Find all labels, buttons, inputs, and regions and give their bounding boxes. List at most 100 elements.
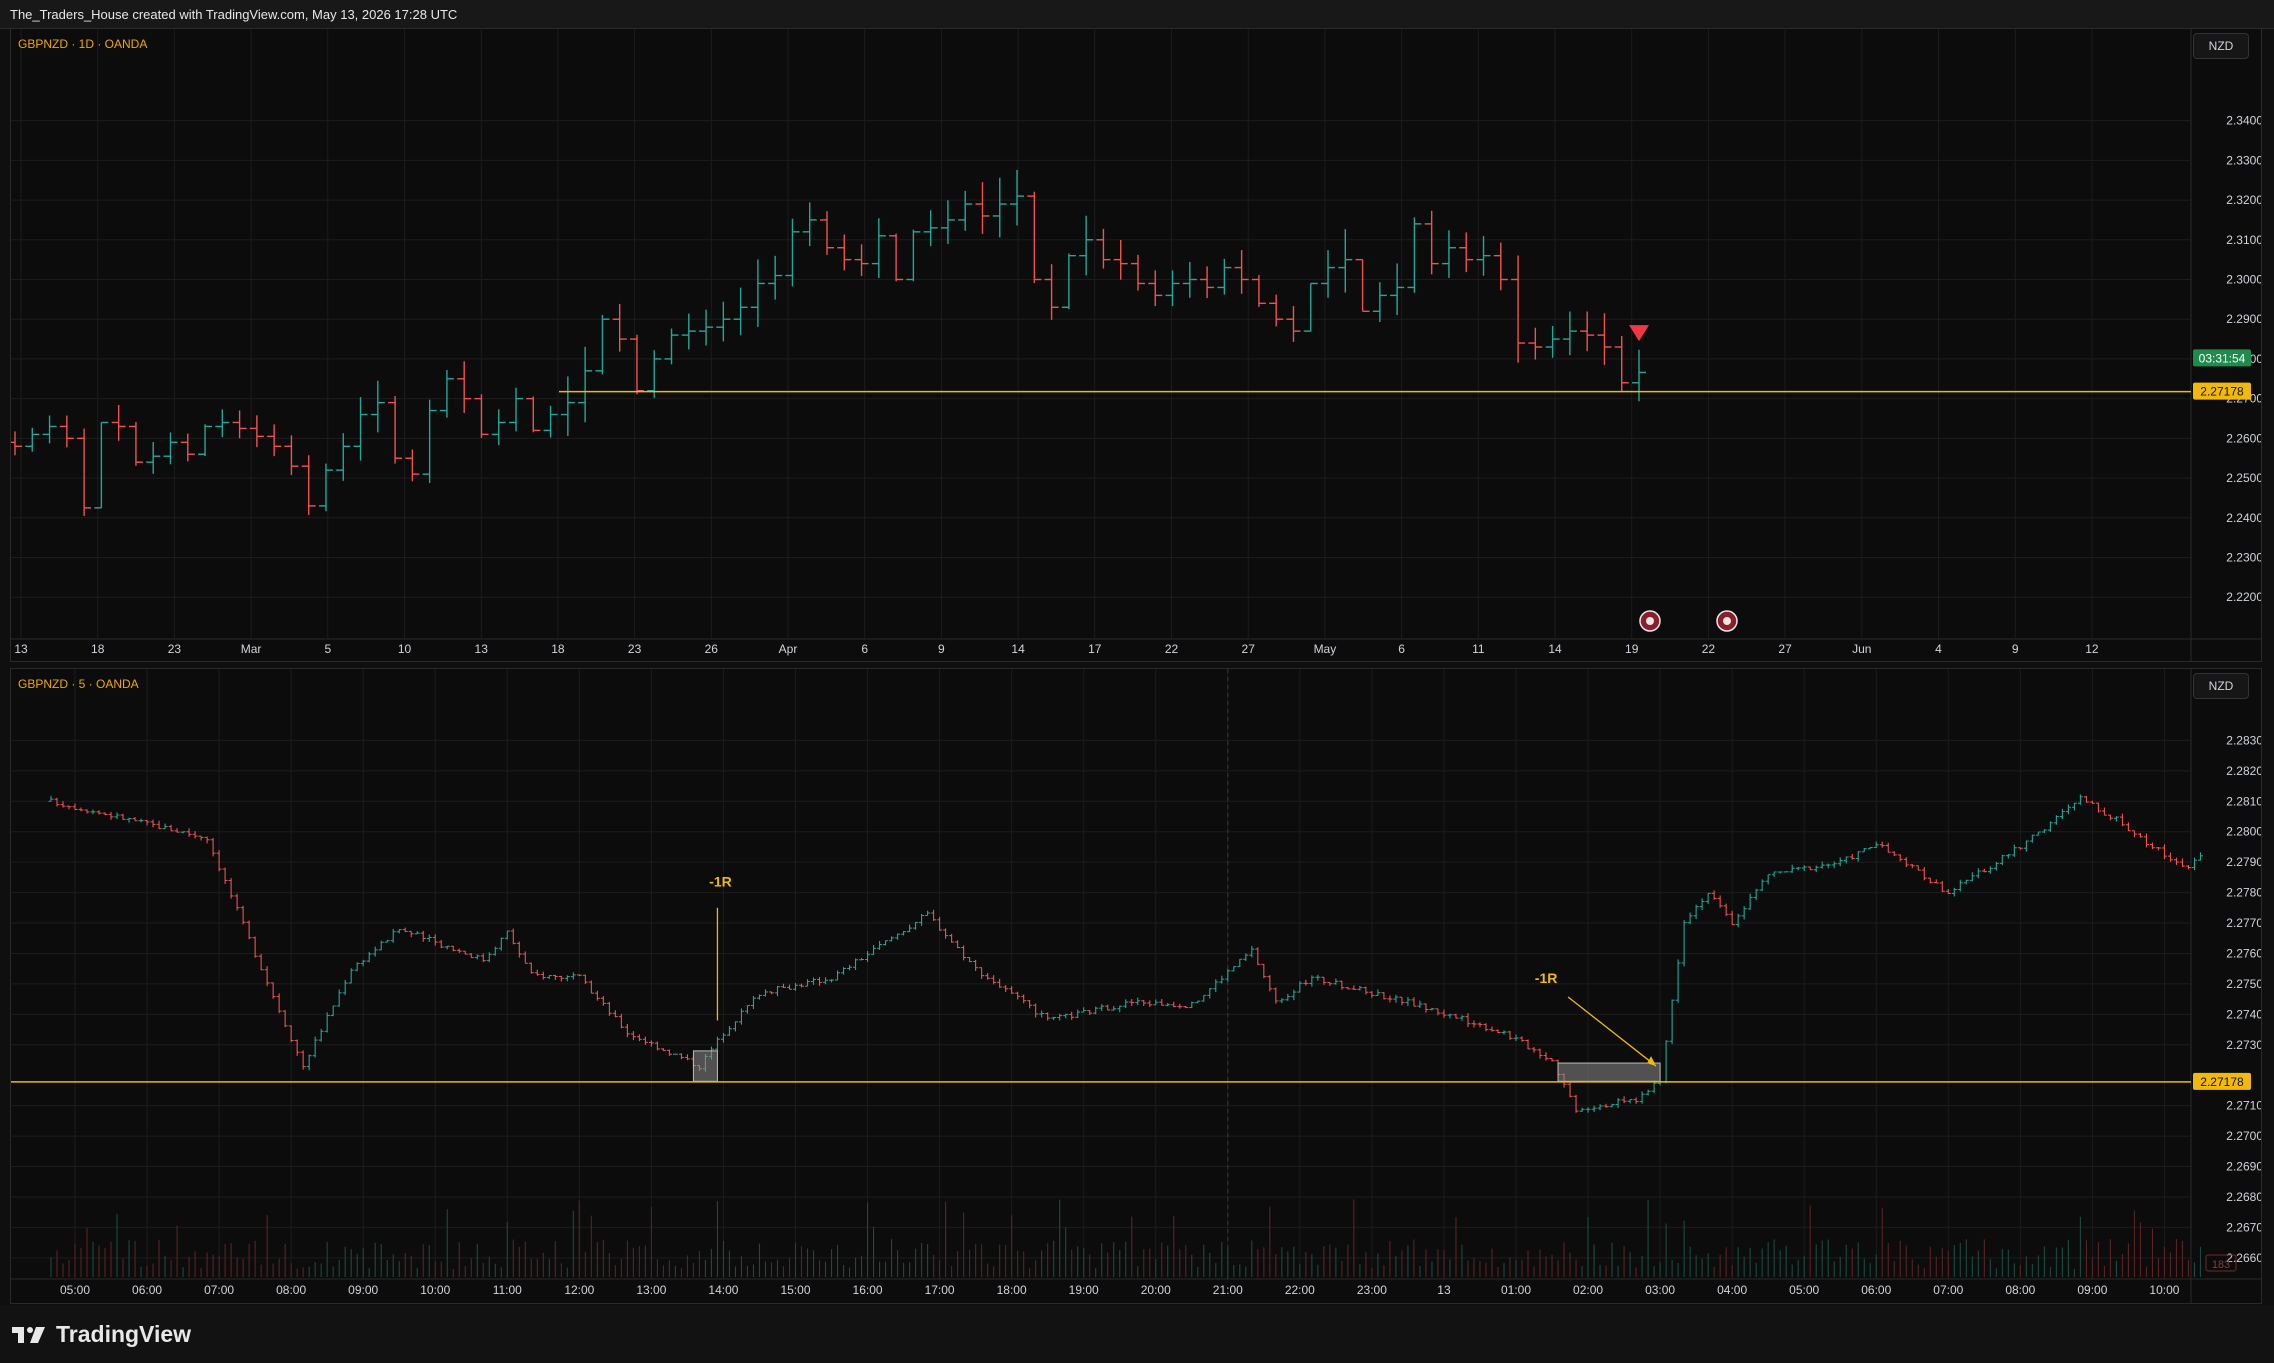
daily-symbol-title[interactable]: GBPNZD · 1D · OANDA [18, 37, 147, 51]
intraday-x-tick-label: 22:00 [1285, 1283, 1315, 1297]
daily-x-tick-label: 9 [938, 642, 945, 656]
intraday-x-tick-label: 13 [1437, 1283, 1451, 1297]
daily-x-tick-label: 14 [1011, 642, 1025, 656]
intraday-x-tick-label: 09:00 [348, 1283, 378, 1297]
daily-x-tick-label: 9 [2012, 642, 2019, 656]
intraday-x-tick-label: 20:00 [1141, 1283, 1171, 1297]
daily-y-tick-label: 2.31000 [2226, 233, 2261, 247]
intraday-x-tick-label: 04:00 [1717, 1283, 1747, 1297]
intraday-x-tick-label: 09:00 [2077, 1283, 2107, 1297]
intraday-annotation-label: -1R [1535, 970, 1558, 986]
daily-chart-pane[interactable]: 2.34000 2.33000 2.32000 2.31000 2.30000 2.290… [10, 28, 2262, 662]
daily-y-tick-label: 2.32000 [2226, 193, 2261, 207]
intraday-symbol-title[interactable]: GBPNZD · 5 · OANDA [18, 677, 139, 691]
daily-y-tick-label: 2.24000 [2226, 511, 2261, 525]
daily-y-tick-label: 2.33000 [2226, 153, 2261, 167]
daily-y-tick-label: 2.30000 [2226, 272, 2261, 286]
intraday-risk-zone [1557, 1062, 1661, 1082]
footer-bar: TradingView [0, 1305, 2274, 1363]
daily-x-tick-label: 23 [168, 642, 182, 656]
daily-x-tick-label: Apr [779, 642, 798, 656]
intraday-y-tick-label: 2.27400 [2226, 1007, 2261, 1021]
intraday-x-tick-label: 21:00 [1213, 1283, 1243, 1297]
intraday-chart-pane[interactable]: 2.28300 2.28200 2.28100 2.28000 2.27900 2.278… [10, 668, 2262, 1304]
daily-x-tick-label: 12 [2085, 642, 2099, 656]
intraday-currency-button[interactable]: NZD [2193, 673, 2249, 699]
intraday-y-tick-label: 2.28300 [2226, 733, 2261, 747]
daily-currency-button[interactable]: NZD [2193, 33, 2249, 59]
intraday-x-tick-label: 08:00 [276, 1283, 306, 1297]
daily-y-tick-label: 2.22000 [2226, 590, 2261, 604]
intraday-y-tick-label: 2.27900 [2226, 855, 2261, 869]
tradingview-logo-icon [12, 1326, 45, 1343]
daily-x-tick-label: 23 [628, 642, 642, 656]
daily-x-tick-label: 13 [475, 642, 489, 656]
daily-x-tick-label: 27 [1242, 642, 1256, 656]
intraday-x-tick-label: 01:00 [1501, 1283, 1531, 1297]
intraday-x-tick-label: 19:00 [1069, 1283, 1099, 1297]
daily-x-tick-label: 18 [91, 642, 105, 656]
intraday-x-tick-label: 06:00 [132, 1283, 162, 1297]
intraday-x-tick-label: 12:00 [564, 1283, 594, 1297]
intraday-y-tick-label: 2.27100 [2226, 1099, 2261, 1113]
intraday-x-tick-label: 05:00 [60, 1283, 90, 1297]
daily-x-tick-label: 10 [398, 642, 412, 656]
daily-x-tick-label: 27 [1778, 642, 1792, 656]
intraday-volume-badge-label: 183 [2212, 1259, 2230, 1271]
daily-y-tick-label: 2.25000 [2226, 471, 2261, 485]
intraday-y-tick-label: 2.27600 [2226, 946, 2261, 960]
intraday-level-label: 2.27178 [2200, 1075, 2244, 1089]
intraday-x-tick-label: 17:00 [925, 1283, 955, 1297]
intraday-x-tick-label: 07:00 [204, 1283, 234, 1297]
intraday-annotation-arrow [1567, 996, 1657, 1067]
intraday-y-tick-label: 2.28200 [2226, 764, 2261, 778]
daily-y-tick-label: 2.23000 [2226, 551, 2261, 565]
intraday-y-tick-label: 2.27300 [2226, 1038, 2261, 1052]
daily-event-flag-dot [1723, 617, 1731, 625]
intraday-y-tick-label: 2.26900 [2226, 1160, 2261, 1174]
daily-x-tick-label: 19 [1625, 642, 1639, 656]
intraday-y-tick-label: 2.26700 [2226, 1220, 2261, 1234]
daily-x-tick-label: 6 [861, 642, 868, 656]
intraday-x-tick-label: 10:00 [420, 1283, 450, 1297]
intraday-y-tick-label: 2.27800 [2226, 886, 2261, 900]
intraday-x-tick-label: 15:00 [780, 1283, 810, 1297]
intraday-x-tick-label: 07:00 [1933, 1283, 1963, 1297]
intraday-y-tick-label: 2.27000 [2226, 1129, 2261, 1143]
intraday-x-tick-label: 11:00 [493, 1283, 522, 1297]
intraday-x-tick-label: 03:00 [1645, 1283, 1675, 1297]
intraday-x-tick-label: 18:00 [997, 1283, 1027, 1297]
daily-x-tick-label: May [1314, 642, 1337, 656]
daily-x-tick-label: 18 [551, 642, 565, 656]
intraday-chart-svg[interactable]: 2.28300 2.28200 2.28100 2.28000 2.27900 2.278… [11, 669, 2261, 1303]
daily-event-flag-dot [1646, 617, 1654, 625]
intraday-annotation-label: -1R [709, 874, 732, 890]
intraday-x-tick-label: 13:00 [636, 1283, 666, 1297]
intraday-x-tick-label: 10:00 [2149, 1283, 2179, 1297]
daily-x-tick-label: 13 [14, 642, 28, 656]
daily-x-tick-label: Jun [1852, 642, 1871, 656]
intraday-x-tick-label: 23:00 [1357, 1283, 1387, 1297]
attribution-text: The_Traders_House created with TradingVi… [10, 7, 458, 22]
daily-x-tick-label: 22 [1165, 642, 1179, 656]
daily-x-tick-label: Mar [241, 642, 262, 656]
daily-y-tick-label: 2.29000 [2226, 312, 2261, 326]
daily-y-tick-label: 2.34000 [2226, 114, 2261, 128]
daily-x-tick-label: 14 [1548, 642, 1562, 656]
daily-x-tick-label: 22 [1702, 642, 1716, 656]
daily-x-tick-label: 11 [1472, 642, 1485, 656]
intraday-x-tick-label: 16:00 [853, 1283, 883, 1297]
intraday-y-tick-label: 2.28100 [2226, 794, 2261, 808]
chart-screenshot: The_Traders_House created with TradingVi… [0, 0, 2274, 1363]
tradingview-logo[interactable]: TradingView [12, 1321, 191, 1348]
attribution-bar: The_Traders_House created with TradingVi… [0, 0, 2274, 29]
intraday-y-tick-label: 2.27700 [2226, 916, 2261, 930]
intraday-y-tick-label: 2.27500 [2226, 977, 2261, 991]
daily-countdown-label: 03:31:54 [2199, 351, 2246, 365]
daily-level-label: 2.27178 [2200, 385, 2244, 399]
daily-x-tick-label: 26 [705, 642, 719, 656]
daily-x-tick-label: 4 [1935, 642, 1942, 656]
intraday-x-tick-label: 06:00 [1861, 1283, 1891, 1297]
intraday-risk-zone [692, 1050, 718, 1082]
daily-chart-svg[interactable]: 2.34000 2.33000 2.32000 2.31000 2.30000 2.290… [11, 29, 2261, 661]
